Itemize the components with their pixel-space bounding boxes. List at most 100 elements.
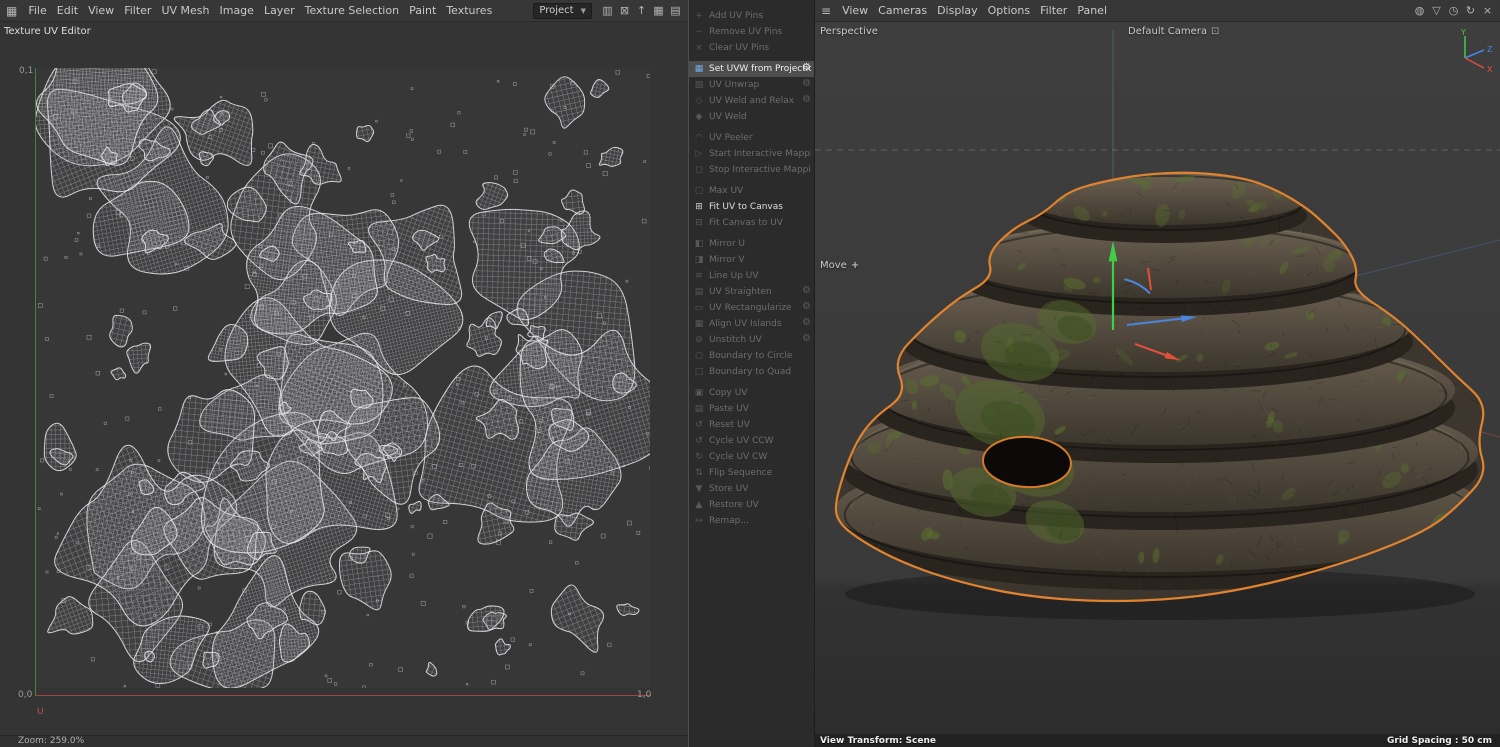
reset-uv-icon: ↺	[695, 420, 703, 430]
view-mode-label[interactable]: Perspective	[820, 26, 878, 37]
command-uv-weld[interactable]: ◆ UV Weld	[689, 109, 814, 125]
vp-menu-options[interactable]: Options	[983, 2, 1035, 19]
filter-icon[interactable]: ▽	[1428, 4, 1445, 17]
pin-add-icon: +	[695, 11, 703, 21]
menu-file[interactable]: File	[23, 2, 51, 19]
menu-view[interactable]: View	[83, 2, 119, 19]
options-gear-icon[interactable]: ⚙	[802, 317, 811, 328]
command-label: Store UV	[709, 484, 749, 494]
menu-uv-mesh[interactable]: UV Mesh	[156, 2, 214, 19]
command-group-6: ▣ Copy UV ▤ Paste UV ↺ Reset UV ↺ Cycle UV CCW ↻…	[689, 385, 814, 531]
command-add-uv-pins[interactable]: + Add UV Pins	[689, 8, 814, 24]
options-gear-icon[interactable]: ⚙	[802, 301, 811, 312]
uv-peeler-icon: ◠	[695, 133, 703, 143]
command-uv-peeler[interactable]: ◠ UV Peeler	[689, 130, 814, 146]
command-label: Add UV Pins	[709, 11, 764, 21]
histogram-icon[interactable]: ▥	[599, 4, 616, 17]
command-uv-unwrap[interactable]: ▨ UV Unwrap ⚙	[689, 77, 814, 93]
command-stop-interactive-mapping[interactable]: ◻ Stop Interactive Mapping	[689, 162, 814, 178]
uv-toolbar-icons: ▥ ⊠ ↑ ▦ ▤	[599, 4, 684, 17]
pin-clear-icon: ×	[695, 43, 703, 53]
project-dropdown-value: Project	[539, 5, 574, 16]
command-uv-straighten[interactable]: ▤ UV Straighten ⚙	[689, 284, 814, 300]
camera-name-text: Default Camera	[1128, 26, 1207, 37]
command-boundary-to-quad[interactable]: □ Boundary to Quad	[689, 364, 814, 380]
command-reset-uv[interactable]: ↺ Reset UV	[689, 417, 814, 433]
vp-menu-view[interactable]: View	[837, 2, 873, 19]
align-uv-islands-icon: ▦	[694, 319, 704, 329]
menu-textures[interactable]: Textures	[441, 2, 497, 19]
command-max-uv[interactable]: ▢ Max UV	[689, 183, 814, 199]
command-line-up-uv[interactable]: ≡ Line Up UV	[689, 268, 814, 284]
uv-editor-title: Texture UV Editor	[0, 22, 688, 40]
command-start-interactive-mapping[interactable]: ▷ Start Interactive Mapping	[689, 146, 814, 162]
command-label: Stop Interactive Mapping	[709, 165, 811, 175]
command-mirror-u[interactable]: ◧ Mirror U	[689, 236, 814, 252]
command-restore-uv[interactable]: ▲ Restore UV	[689, 497, 814, 513]
command-boundary-to-circle[interactable]: ○ Boundary to Circle	[689, 348, 814, 364]
uv-canvas-area: 0,1 0,0 1,0 U	[0, 40, 688, 735]
command-copy-uv[interactable]: ▣ Copy UV	[689, 385, 814, 401]
command-fit-uv-to-canvas[interactable]: ⊞ Fit UV to Canvas	[689, 199, 814, 215]
menu-texture-selection[interactable]: Texture Selection	[300, 2, 404, 19]
command-cycle-uv-ccw[interactable]: ↺ Cycle UV CCW	[689, 433, 814, 449]
close-icon[interactable]: ×	[1479, 4, 1496, 17]
menu-edit[interactable]: Edit	[52, 2, 83, 19]
command-uv-rectangularize[interactable]: ▭ UV Rectangularize ⚙	[689, 300, 814, 316]
zoom-level-text: Zoom: 259.0%	[18, 736, 85, 746]
command-clear-uv-pins[interactable]: × Clear UV Pins	[689, 40, 814, 56]
command-fit-canvas-to-uv[interactable]: ⊟ Fit Canvas to UV	[689, 215, 814, 231]
command-remap[interactable]: ↦ Remap...	[689, 513, 814, 529]
options-gear-icon[interactable]: ⚙	[802, 333, 811, 344]
project-dropdown[interactable]: Project ▼	[533, 2, 592, 19]
panel-grid-icon[interactable]: ▦	[6, 4, 17, 18]
command-align-uv-islands[interactable]: ▦ Align UV Islands ⚙	[689, 316, 814, 332]
paste-uv-icon: ▤	[694, 404, 704, 414]
command-set-uvw-from-projection[interactable]: ▦ Set UVW from Projection ⚙	[689, 61, 814, 77]
vp-menu-filter[interactable]: Filter	[1035, 2, 1072, 19]
command-label: UV Weld	[709, 112, 747, 122]
uv-commands-panel: + Add UV Pins − Remove UV Pins × Clear UV Pin…	[688, 0, 815, 747]
command-flip-sequence[interactable]: ⇅ Flip Sequence	[689, 465, 814, 481]
menu-layer[interactable]: Layer	[259, 2, 300, 19]
uv-editor-canvas[interactable]	[35, 68, 650, 688]
command-remove-uv-pins[interactable]: − Remove UV Pins	[689, 24, 814, 40]
command-label: Restore UV	[709, 500, 759, 510]
command-mirror-v[interactable]: ◨ Mirror V	[689, 252, 814, 268]
lock-icon[interactable]: ⊠	[616, 4, 633, 17]
menu-paint[interactable]: Paint	[404, 2, 441, 19]
command-paste-uv[interactable]: ▤ Paste UV	[689, 401, 814, 417]
layout-icon[interactable]: ▤	[667, 4, 684, 17]
command-group-2: ▦ Set UVW from Projection ⚙ ▨ UV Unwrap ⚙ ◇ UV …	[689, 61, 814, 127]
grid-spacing-status: Grid Spacing : 50 cm	[1387, 736, 1492, 746]
uv-rectangularize-icon: ▭	[694, 303, 704, 313]
command-label: Flip Sequence	[709, 468, 773, 478]
viewport-menubar: ≡ View Cameras Display Options Filter Panel ◍…	[815, 0, 1500, 22]
globe-icon[interactable]: ◍	[1411, 4, 1428, 17]
axis-orientation-gizmo[interactable]: Y Z X	[1448, 26, 1496, 78]
line-up-uv-icon: ≡	[695, 271, 703, 281]
options-gear-icon[interactable]: ⚙	[802, 285, 811, 296]
viewport-canvas[interactable]	[815, 22, 1500, 747]
menu-filter[interactable]: Filter	[119, 2, 156, 19]
command-uv-weld-and-relax[interactable]: ◇ UV Weld and Relax ⚙	[689, 93, 814, 109]
vp-menu-cameras[interactable]: Cameras	[873, 2, 932, 19]
options-gear-icon[interactable]: ⚙	[802, 78, 811, 89]
vp-menu-panel[interactable]: Panel	[1072, 2, 1112, 19]
command-cycle-uv-cw[interactable]: ↻ Cycle UV CW	[689, 449, 814, 465]
camera-label[interactable]: Default Camera ⊡	[1128, 26, 1219, 37]
command-store-uv[interactable]: ▼ Store UV	[689, 481, 814, 497]
refresh-icon[interactable]: ↻	[1462, 4, 1479, 17]
options-gear-icon[interactable]: ⚙	[802, 62, 811, 73]
grid-icon[interactable]: ▦	[650, 4, 667, 17]
vp-menu-display[interactable]: Display	[932, 2, 983, 19]
start-interactive-mapping-icon: ▷	[695, 149, 703, 159]
view-transform-status: View Transform: Scene	[820, 736, 936, 746]
history-icon[interactable]: ◷	[1445, 4, 1462, 17]
options-gear-icon[interactable]: ⚙	[802, 94, 811, 105]
command-label: Mirror U	[709, 239, 745, 249]
arrow-up-icon[interactable]: ↑	[633, 4, 650, 17]
menu-image[interactable]: Image	[214, 2, 258, 19]
hamburger-menu-icon[interactable]: ≡	[821, 4, 831, 18]
command-unstitch-uv[interactable]: ⊘ Unstitch UV ⚙	[689, 332, 814, 348]
